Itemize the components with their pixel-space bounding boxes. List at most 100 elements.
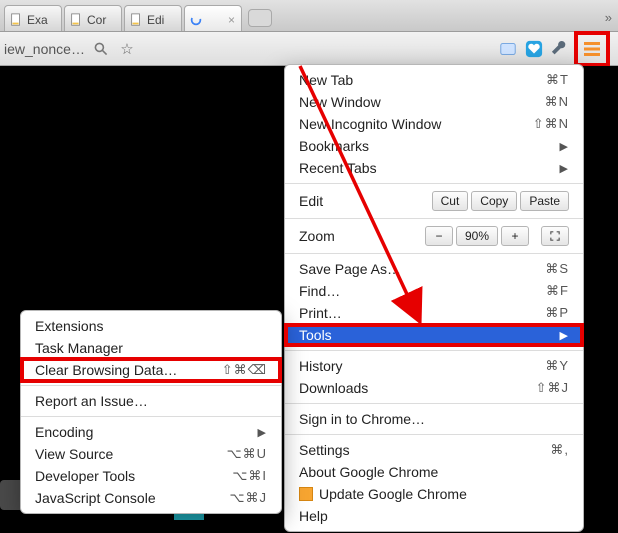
update-badge-icon — [299, 487, 313, 501]
copy-button[interactable]: Copy — [471, 191, 517, 211]
address-fragment: iew_nonce… — [4, 41, 85, 57]
menu-item-edit: Edit Cut Copy Paste — [285, 188, 583, 214]
menu-item-report-issue[interactable]: Report an Issue… — [21, 390, 281, 412]
menu-label: JavaScript Console — [35, 490, 156, 506]
menu-label: Downloads — [299, 380, 368, 396]
menu-item-task-manager[interactable]: Task Manager — [21, 337, 281, 359]
menu-separator — [21, 416, 281, 417]
menu-item-bookmarks[interactable]: Bookmarks ▶ — [285, 135, 583, 157]
window-chevrons-icon[interactable]: » — [605, 10, 612, 25]
submenu-arrow-icon: ▶ — [258, 426, 267, 439]
tab-strip: Exa Cor Edi × » — [0, 0, 618, 32]
menu-label: Extensions — [35, 318, 103, 334]
paste-button[interactable]: Paste — [520, 191, 569, 211]
menu-separator — [285, 183, 583, 184]
tab-label: Edi — [147, 13, 164, 27]
menu-shortcut: ⌘, — [550, 442, 569, 458]
menu-item-settings[interactable]: Settings ⌘, — [285, 439, 583, 461]
menu-shortcut: ⌘S — [545, 261, 569, 277]
menu-item-recent-tabs[interactable]: Recent Tabs ▶ — [285, 157, 583, 179]
menu-item-update-chrome[interactable]: Update Google Chrome — [285, 483, 583, 505]
hamburger-menu-icon[interactable] — [582, 39, 602, 59]
menu-label: Report an Issue… — [35, 393, 148, 409]
menu-label: Task Manager — [35, 340, 123, 356]
toolbar: iew_nonce… ☆ — [0, 32, 618, 66]
page-icon — [9, 13, 23, 27]
menu-separator — [285, 218, 583, 219]
tab-close-icon[interactable]: × — [228, 13, 235, 27]
tab-label: Cor — [87, 13, 106, 27]
menu-item-tools[interactable]: Tools ▶ — [285, 324, 583, 346]
menu-label: Settings — [299, 442, 350, 458]
menu-item-signin[interactable]: Sign in to Chrome… — [285, 408, 583, 430]
menu-shortcut: ⌘F — [546, 283, 569, 299]
menu-shortcut: ⌥⌘I — [232, 468, 267, 484]
menu-item-javascript-console[interactable]: JavaScript Console ⌥⌘J — [21, 487, 281, 509]
page-icon — [69, 13, 83, 27]
wrench-extension-icon[interactable] — [550, 39, 570, 59]
loading-icon — [189, 13, 203, 27]
menu-label: Zoom — [299, 228, 335, 244]
page-icon — [129, 13, 143, 27]
menu-item-encoding[interactable]: Encoding ▶ — [21, 421, 281, 443]
menu-shortcut: ⇧⌘J — [536, 380, 569, 396]
menu-item-new-window[interactable]: New Window ⌘N — [285, 91, 583, 113]
menu-shortcut: ⌘T — [546, 72, 569, 88]
menu-label: Developer Tools — [35, 468, 135, 484]
menu-item-find[interactable]: Find… ⌘F — [285, 280, 583, 302]
menu-label: New Incognito Window — [299, 116, 441, 132]
menu-separator — [285, 350, 583, 351]
browser-tab[interactable]: Exa — [4, 5, 62, 31]
submenu-arrow-icon: ▶ — [560, 162, 569, 175]
browser-tab-active[interactable]: × — [184, 5, 242, 31]
extension-icon[interactable] — [498, 39, 518, 59]
menu-separator — [285, 253, 583, 254]
menu-item-save-page[interactable]: Save Page As… ⌘S — [285, 258, 583, 280]
browser-tab[interactable]: Cor — [64, 5, 122, 31]
zoom-in-button[interactable]: + — [501, 226, 529, 246]
menu-shortcut: ⌘P — [545, 305, 569, 321]
menu-item-history[interactable]: History ⌘Y — [285, 355, 583, 377]
tools-submenu: Extensions Task Manager Clear Browsing D… — [20, 310, 282, 514]
new-tab-button[interactable] — [248, 9, 272, 27]
menu-label: Save Page As… — [299, 261, 401, 277]
menu-item-downloads[interactable]: Downloads ⇧⌘J — [285, 377, 583, 399]
menu-item-new-tab[interactable]: New Tab ⌘T — [285, 69, 583, 91]
browser-tab[interactable]: Edi — [124, 5, 182, 31]
menu-item-developer-tools[interactable]: Developer Tools ⌥⌘I — [21, 465, 281, 487]
menu-item-clear-browsing-data[interactable]: Clear Browsing Data… ⇧⌘⌫ — [21, 359, 281, 381]
menu-separator — [285, 403, 583, 404]
menu-shortcut: ⇧⌘⌫ — [222, 362, 267, 378]
submenu-arrow-icon: ▶ — [560, 329, 569, 342]
menu-label: Recent Tabs — [299, 160, 377, 176]
menu-label: Tools — [299, 327, 332, 343]
menu-label: Clear Browsing Data… — [35, 362, 177, 378]
menu-item-extensions[interactable]: Extensions — [21, 315, 281, 337]
menu-item-about-chrome[interactable]: About Google Chrome — [285, 461, 583, 483]
menu-label: Sign in to Chrome… — [299, 411, 425, 427]
menu-label: Find… — [299, 283, 340, 299]
menu-item-new-incognito[interactable]: New Incognito Window ⇧⌘N — [285, 113, 583, 135]
annotation-highlight — [574, 31, 610, 67]
heart-extension-icon[interactable] — [524, 39, 544, 59]
zoom-out-button[interactable]: − — [425, 226, 453, 246]
menu-label: Update Google Chrome — [299, 486, 467, 502]
bookmark-star-icon[interactable]: ☆ — [117, 39, 137, 59]
chrome-main-menu: New Tab ⌘T New Window ⌘N New Incognito W… — [284, 64, 584, 532]
menu-label: Bookmarks — [299, 138, 369, 154]
menu-shortcut: ⌘Y — [545, 358, 569, 374]
menu-item-zoom: Zoom − 90% + — [285, 223, 583, 249]
menu-label: History — [299, 358, 343, 374]
search-icon[interactable] — [91, 39, 111, 59]
menu-item-help[interactable]: Help — [285, 505, 583, 527]
menu-label: Help — [299, 508, 328, 524]
menu-item-view-source[interactable]: View Source ⌥⌘U — [21, 443, 281, 465]
menu-separator — [21, 385, 281, 386]
cut-button[interactable]: Cut — [432, 191, 469, 211]
menu-label: New Window — [299, 94, 381, 110]
menu-label: Edit — [299, 193, 323, 209]
zoom-value: 90% — [456, 226, 498, 246]
menu-shortcut: ⌥⌘J — [230, 490, 267, 506]
menu-item-print[interactable]: Print… ⌘P — [285, 302, 583, 324]
fullscreen-button[interactable] — [541, 226, 569, 246]
